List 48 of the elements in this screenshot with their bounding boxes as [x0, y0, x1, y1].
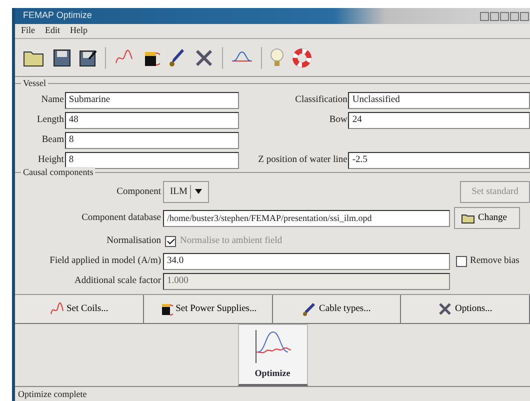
input-field[interactable]: -2.5: [348, 152, 530, 168]
optimize-button[interactable]: Optimize: [238, 324, 308, 386]
checkbox-label: Remove bias: [469, 254, 520, 268]
save-icon[interactable]: [53, 48, 71, 66]
field-label: Component database: [80, 212, 162, 225]
group-title: Causal components: [21, 167, 96, 178]
action-button[interactable]: Set Power Supplies...: [144, 295, 272, 323]
input-field[interactable]: 24: [348, 112, 530, 128]
input-field[interactable]: Submarine: [64, 92, 239, 108]
group-title: Vessel: [21, 78, 48, 89]
pen-icon[interactable]: [168, 48, 186, 68]
field-label: Name: [40, 94, 65, 107]
field-label: Beam: [40, 134, 65, 147]
field-label: Additional scale factor: [73, 274, 162, 288]
folder-icon[interactable]: [23, 48, 45, 66]
change-button[interactable]: Change: [454, 207, 520, 229]
checkbox[interactable]: [456, 256, 467, 266]
action-button[interactable]: Options...: [401, 295, 530, 323]
field-label: Normalisation: [106, 234, 162, 248]
bell-curve-icon: [252, 328, 292, 364]
input-field[interactable]: Unclassified: [348, 92, 530, 108]
field-label: Height: [37, 154, 65, 167]
input-field[interactable]: /home/buster3/stephen/FEMAP/presentation/ssi_ilm.opd: [163, 210, 450, 226]
input-field[interactable]: 34.0: [163, 252, 450, 270]
action-button[interactable]: Cable types...: [272, 295, 402, 323]
field-label: Component: [116, 186, 162, 199]
folder-icon: [461, 212, 475, 224]
menu-item[interactable]: Edit: [45, 24, 60, 38]
input-field[interactable]: 48: [64, 112, 239, 128]
field-label: Z position of water line: [257, 154, 348, 167]
menu-item[interactable]: File: [21, 24, 36, 38]
action-button[interactable]: Set Coils...: [15, 295, 144, 323]
field-label: Field applied in model (A/m): [48, 254, 162, 268]
status-bar: Optimize complete: [15, 386, 530, 401]
dropdown[interactable]: ILM: [163, 181, 210, 203]
light-bulb-icon[interactable]: [270, 48, 284, 68]
save-as-icon[interactable]: [79, 48, 97, 66]
input-field[interactable]: 8: [65, 132, 239, 148]
option-label: Normalise to ambient field: [179, 234, 284, 248]
field-label: Classification: [294, 94, 348, 107]
pen-icon: [302, 302, 316, 316]
lifebuoy-icon[interactable]: [292, 48, 312, 68]
field-label: Bow: [328, 114, 348, 127]
input-field[interactable]: 8: [64, 152, 239, 168]
window-title: FEMAP Optimize: [22, 9, 92, 22]
field-label: Length: [36, 114, 65, 127]
menu-item[interactable]: Help: [70, 24, 88, 38]
caret-icon: [190, 184, 202, 200]
